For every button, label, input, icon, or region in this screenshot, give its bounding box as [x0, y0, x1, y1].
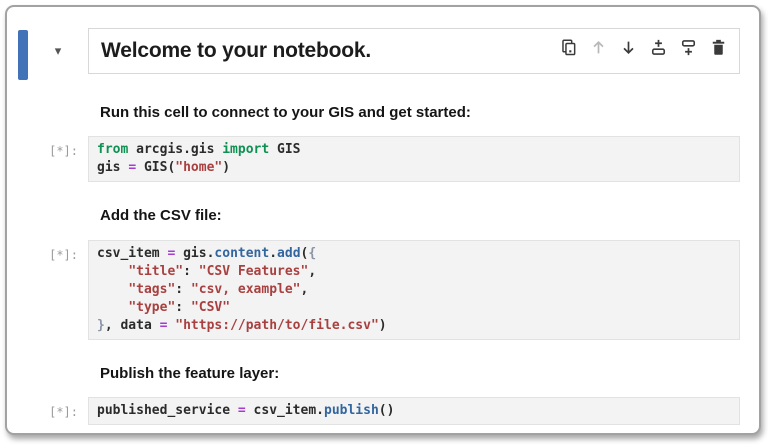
execution-count: [*]: — [49, 248, 78, 262]
move-cell-down-button[interactable] — [619, 38, 637, 56]
code-input[interactable]: published_service = csv_item.publish() — [88, 397, 740, 425]
cell-toolbar — [559, 29, 739, 56]
notebook-card: ▾ Welcome to your notebook. Run this cel… — [5, 5, 761, 435]
markdown-heading-text: Add the CSV file: — [100, 207, 222, 224]
duplicate-cell-button[interactable] — [559, 38, 577, 56]
code-cell-publish: [*]: published_service = csv_item.publis… — [37, 397, 740, 425]
add-cell-below-button[interactable] — [679, 38, 697, 56]
markdown-heading-text: Publish the feature layer: — [100, 365, 280, 382]
code-input[interactable]: csv_item = gis.content.add({ "title": "C… — [88, 240, 740, 340]
markdown-cell-connect[interactable]: Run this cell to connect to your GIS and… — [100, 104, 740, 122]
markdown-title-cell[interactable]: Welcome to your notebook. — [88, 28, 740, 74]
arrow-down-icon — [622, 41, 634, 54]
code-cell-add-csv: [*]: csv_item = gis.content.add({ "title… — [37, 240, 740, 340]
markdown-cell-publish[interactable]: Publish the feature layer: — [100, 365, 740, 383]
trash-icon — [712, 39, 724, 55]
chevron-down-icon: ▾ — [54, 43, 62, 58]
title-cell-row: ▾ Welcome to your notebook. — [18, 28, 740, 80]
delete-cell-button[interactable] — [709, 38, 727, 56]
execution-count: [*]: — [49, 405, 78, 419]
active-cell-indicator — [18, 30, 28, 80]
notebook-title: Welcome to your notebook. — [101, 39, 371, 62]
markdown-heading-text: Run this cell to connect to your GIS and… — [100, 104, 471, 121]
code-input[interactable]: from arcgis.gis import GIS gis = GIS("hom… — [88, 136, 740, 182]
add-cell-above-button[interactable] — [649, 38, 667, 56]
execution-count: [*]: — [49, 144, 78, 158]
arrow-up-icon — [592, 40, 604, 53]
code-cell-connect: [*]: from arcgis.gis import GIS gis = GIS… — [37, 136, 740, 182]
markdown-cell-add-csv[interactable]: Add the CSV file: — [100, 207, 740, 225]
duplicate-icon — [561, 39, 575, 55]
add-cell-below-icon — [681, 39, 695, 55]
add-cell-above-icon — [651, 39, 665, 55]
move-cell-up-button[interactable] — [589, 38, 607, 56]
collapse-cell-toggle[interactable]: ▾ — [28, 28, 88, 59]
